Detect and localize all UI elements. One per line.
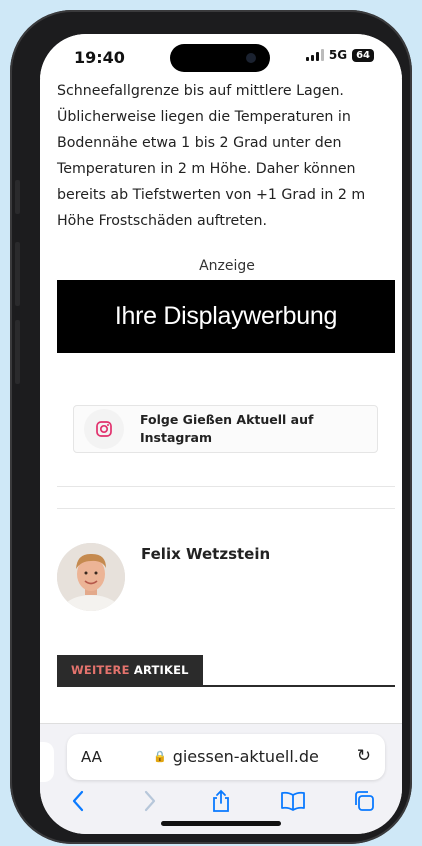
mute-switch bbox=[15, 180, 20, 214]
status-time: 19:40 bbox=[74, 48, 125, 67]
back-icon[interactable] bbox=[58, 790, 98, 817]
reload-icon[interactable]: ↻ bbox=[357, 746, 371, 766]
address-bar[interactable]: AA 🔒 giessen-aktuell.de ↻ bbox=[67, 734, 385, 780]
article-line: Höhe Frostschäden auftreten. bbox=[57, 213, 268, 229]
article-line: bereits ab Tiefstwerten von +1 Grad in 2… bbox=[57, 187, 366, 203]
share-icon[interactable] bbox=[201, 789, 241, 818]
safari-toolbar bbox=[40, 788, 402, 818]
network-type: 5G bbox=[328, 48, 348, 62]
tabs-icon[interactable] bbox=[344, 790, 384, 817]
more-articles-tab[interactable]: WEITERE ARTIKEL bbox=[57, 655, 203, 685]
volume-up-button bbox=[15, 242, 20, 306]
dynamic-island bbox=[170, 44, 270, 72]
more-articles-underline bbox=[57, 685, 395, 687]
divider bbox=[57, 508, 395, 509]
phone-frame: 19:40 5G 64 Schneefallgrenze bis auf mit… bbox=[10, 10, 412, 844]
lock-icon: 🔒 bbox=[153, 750, 167, 763]
article-text: Schneefallgrenze bis auf mittlere Lagen.… bbox=[57, 78, 397, 234]
article-line: Bodennähe etwa 1 bis 2 Grad unter den bbox=[57, 135, 342, 151]
author-name[interactable]: Felix Wetzstein bbox=[141, 545, 270, 611]
instagram-follow-text: Folge Gießen Aktuell auf Instagram bbox=[140, 412, 314, 445]
article-line: Üblicherweise liegen die Temperaturen in bbox=[57, 109, 351, 125]
more-articles-accent: WEITERE bbox=[71, 663, 130, 677]
ad-banner[interactable]: Ihre Displaywerbung bbox=[57, 280, 395, 353]
article-line: Temperaturen in 2 m Höhe. Daher können bbox=[57, 161, 356, 177]
battery-icon: 64 bbox=[352, 48, 374, 62]
forward-icon[interactable] bbox=[130, 790, 170, 817]
safari-bottom-bar: AA 🔒 giessen-aktuell.de ↻ bbox=[40, 723, 402, 834]
screen: 19:40 5G 64 Schneefallgrenze bis auf mit… bbox=[40, 34, 402, 834]
instagram-icon bbox=[84, 409, 124, 449]
status-bar: 19:40 5G 64 bbox=[40, 34, 402, 78]
author-avatar[interactable] bbox=[57, 543, 125, 611]
author-box: Felix Wetzstein bbox=[57, 543, 397, 611]
status-icons: 5G 64 bbox=[305, 48, 374, 62]
page-content: Schneefallgrenze bis auf mittlere Lagen.… bbox=[57, 78, 397, 687]
more-articles-label: ARTIKEL bbox=[129, 663, 189, 677]
ad-label: Anzeige bbox=[199, 258, 255, 274]
signal-icon bbox=[305, 49, 324, 61]
instagram-follow-card[interactable]: Folge Gießen Aktuell auf Instagram bbox=[73, 405, 378, 453]
divider bbox=[57, 486, 395, 487]
bookmarks-icon[interactable] bbox=[273, 791, 313, 816]
camera-icon bbox=[246, 53, 256, 63]
url-display[interactable]: 🔒 giessen-aktuell.de bbox=[153, 747, 319, 766]
volume-down-button bbox=[15, 320, 20, 384]
previous-tab-preview[interactable] bbox=[40, 742, 54, 782]
article-line: Schneefallgrenze bis auf mittlere Lagen. bbox=[57, 83, 344, 99]
url-text: giessen-aktuell.de bbox=[172, 747, 319, 766]
home-indicator bbox=[161, 821, 281, 826]
text-size-button[interactable]: AA bbox=[81, 748, 102, 766]
